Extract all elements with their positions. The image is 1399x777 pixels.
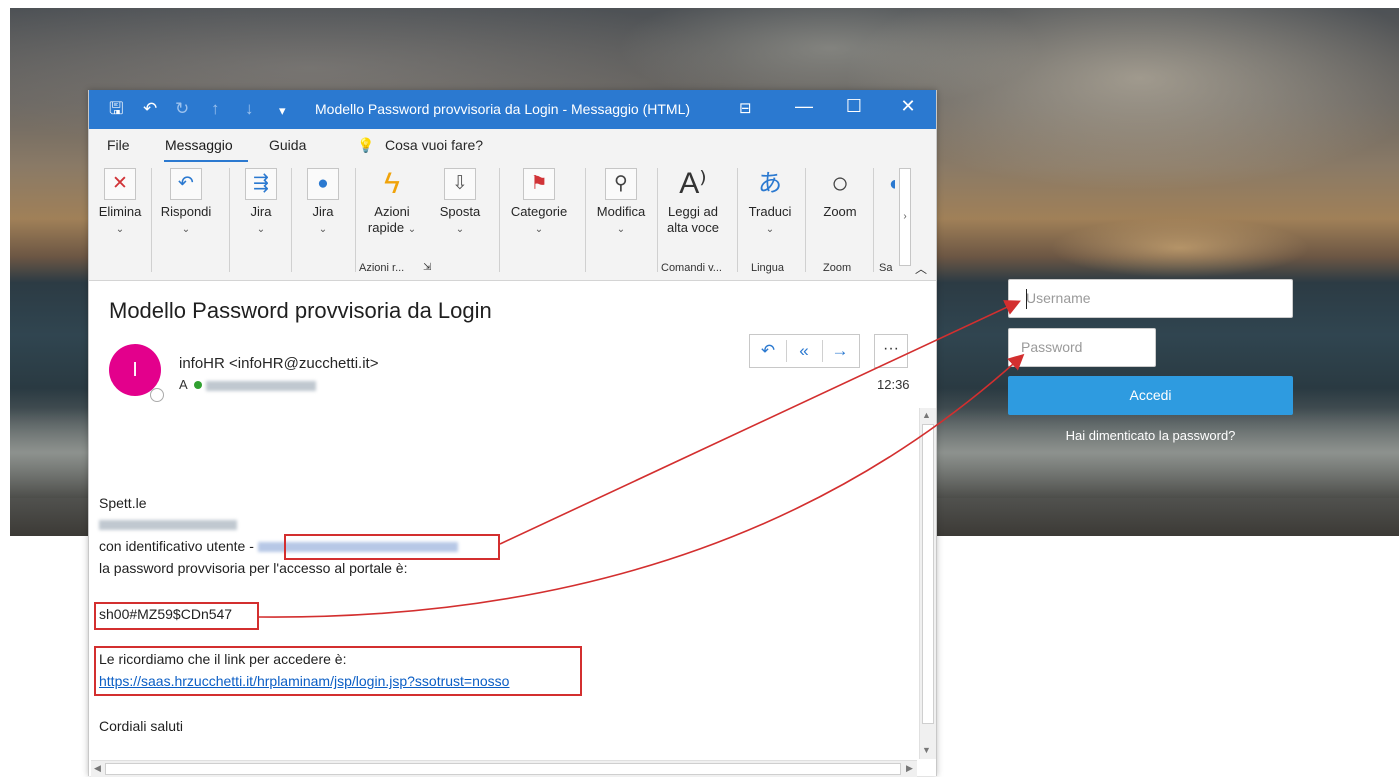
- arrow-password-to-field: [257, 353, 1025, 618]
- annotation-arrows: [257, 300, 1025, 618]
